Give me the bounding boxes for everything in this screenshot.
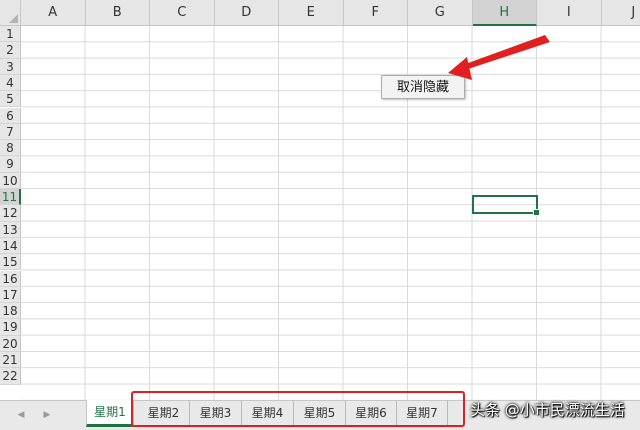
row-header-16[interactable]: 16	[0, 270, 21, 287]
cell-grid[interactable]	[21, 26, 640, 400]
row-header-15[interactable]: 15	[0, 254, 21, 271]
row-header-1[interactable]: 1	[0, 26, 21, 43]
row-header-13[interactable]: 13	[0, 221, 21, 238]
row-header-4[interactable]: 4	[0, 74, 21, 92]
sheet-tab-1[interactable]: 星期1	[86, 400, 134, 427]
column-header-c[interactable]: C	[150, 0, 215, 26]
column-headers: ABCDEFGHIJ	[21, 0, 640, 26]
row-header-11[interactable]: 11	[0, 189, 21, 206]
column-header-g[interactable]: G	[408, 0, 473, 26]
column-header-h[interactable]: H	[472, 0, 537, 26]
row-header-7[interactable]: 7	[0, 123, 21, 141]
column-header-j[interactable]: J	[601, 0, 640, 26]
row-header-14[interactable]: 14	[0, 237, 21, 255]
sheet-tab-4[interactable]: 星期4	[242, 401, 294, 427]
row-header-5[interactable]: 5	[0, 91, 21, 108]
column-header-f[interactable]: F	[343, 0, 408, 26]
select-all-corner[interactable]	[0, 0, 21, 26]
row-header-20[interactable]: 20	[0, 335, 21, 352]
row-header-17[interactable]: 17	[0, 286, 21, 304]
select-all-triangle-icon	[9, 14, 18, 23]
column-header-i[interactable]: I	[537, 0, 602, 26]
row-header-21[interactable]: 21	[0, 352, 21, 369]
column-header-b[interactable]: B	[85, 0, 150, 26]
unhide-button[interactable]: 取消隐藏	[381, 75, 465, 99]
sheet-tab-6[interactable]: 星期6	[346, 401, 397, 427]
sheet-tab-3[interactable]: 星期3	[190, 401, 242, 427]
selected-cell-h11[interactable]	[472, 195, 540, 216]
column-header-e[interactable]: E	[279, 0, 344, 26]
fill-handle[interactable]	[533, 209, 540, 216]
row-header-22[interactable]: 22	[0, 368, 21, 385]
row-header-3[interactable]: 3	[0, 58, 21, 75]
row-header-19[interactable]: 19	[0, 319, 21, 336]
row-header-18[interactable]: 18	[0, 303, 21, 320]
spreadsheet-area: ABCDEFGHIJ 1 2 3 4 5 6 7 8 9 10 11 12 13 14 15 16 17 18 19…	[0, 0, 640, 400]
tab-scroll-left-icon[interactable]: ◀	[14, 407, 28, 423]
sheet-tab-5[interactable]: 星期5	[294, 401, 346, 427]
column-header-a[interactable]: A	[21, 0, 86, 26]
row-header-10[interactable]: 10	[0, 172, 21, 189]
tab-scroll-right-icon[interactable]: ▶	[40, 407, 54, 423]
row-header-12[interactable]: 12	[0, 205, 21, 222]
row-header-2[interactable]: 2	[0, 42, 21, 59]
row-header-8[interactable]: 8	[0, 140, 21, 157]
sheet-tab-7[interactable]: 星期7	[397, 401, 448, 427]
row-header-9[interactable]: 9	[0, 156, 21, 173]
watermark-text: 头条 @小市民漂流生活	[470, 401, 625, 419]
column-header-d[interactable]: D	[214, 0, 279, 26]
sheet-tab-2[interactable]: 星期2	[138, 401, 190, 427]
row-header-6[interactable]: 6	[0, 107, 21, 124]
